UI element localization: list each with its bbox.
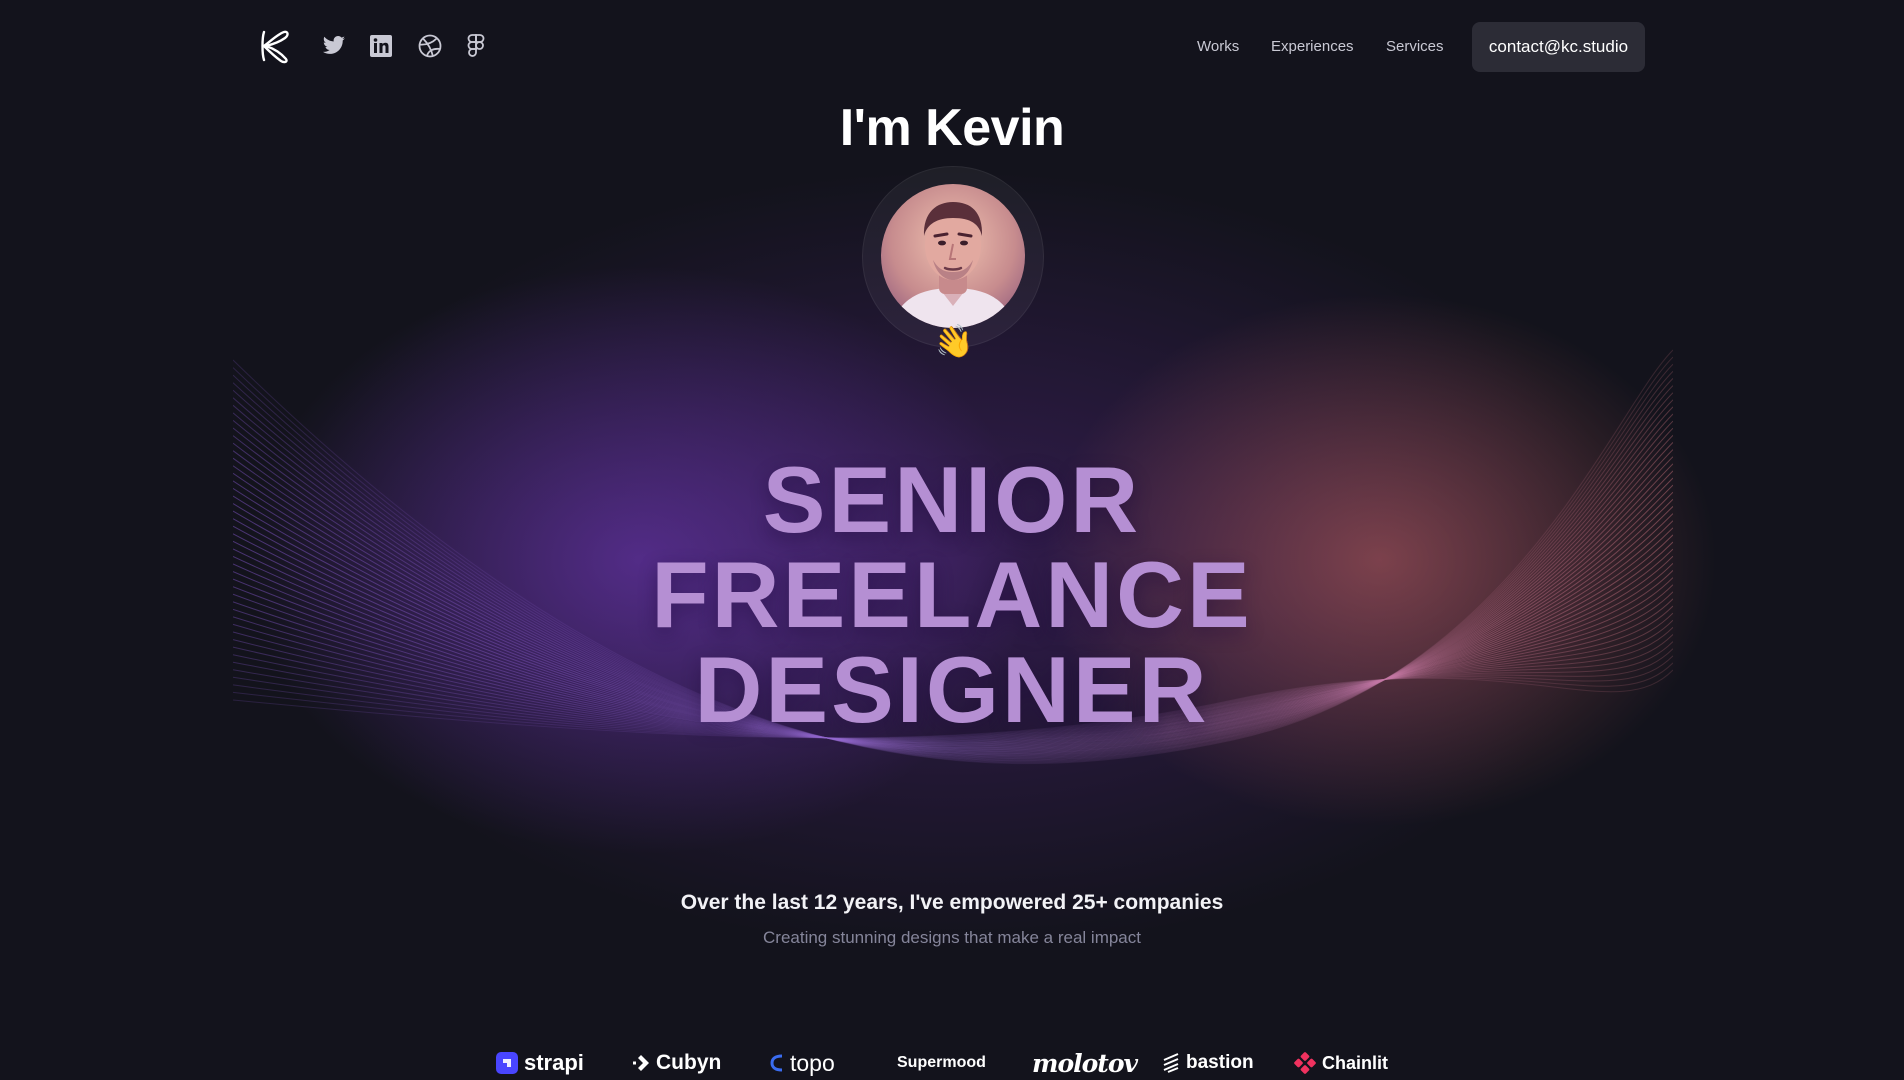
avatar [881,184,1025,328]
client-name: Cubyn [656,1051,722,1074]
linkedin-icon[interactable] [369,34,393,58]
nav-link-experiences[interactable]: Experiences [1271,38,1354,55]
experience-summary: Over the last 12 years, I've empowered 2… [680,891,1224,914]
client-name: bastion [1186,1052,1254,1073]
dribbble-icon[interactable] [418,34,442,58]
headline-line-3: DESIGNER [694,637,1210,742]
nav-link-works[interactable]: Works [1197,38,1239,55]
chainlit-logo-icon [1294,1052,1316,1074]
client-logo-molotov: molotov [1032,1048,1138,1078]
tagline: Creating stunning designs that make a re… [763,928,1141,947]
client-name: Supermood [897,1054,986,1071]
client-logo-topo: topo [770,1048,835,1078]
client-name: Chainlit [1322,1052,1388,1073]
top-navigation: Works Experiences Services contact@kc.st… [0,0,1904,94]
client-logo-bastion: bastion [1162,1048,1254,1078]
strapi-logo-icon [496,1052,518,1074]
greeting-title: I'm Kevin [839,99,1065,157]
client-name: strapi [524,1050,584,1075]
cubyn-logo-icon [632,1054,650,1072]
bastion-logo-icon [1162,1053,1180,1073]
client-logo-chainlit: Chainlit [1294,1048,1388,1078]
client-logo-strapi: strapi [496,1048,584,1078]
contact-email-button[interactable]: contact@kc.studio [1472,22,1645,72]
headline-line-1: SENIOR [762,447,1142,552]
headline-line-2: FREELANCE [651,542,1253,647]
profile-photo [891,202,1015,328]
twitter-icon[interactable] [322,34,346,58]
client-name: topo [790,1049,835,1076]
figma-icon[interactable] [464,34,488,58]
hero-headline: SENIOR FREELANCE DESIGNER [0,452,1904,737]
topo-logo-icon [770,1054,784,1072]
nav-link-services[interactable]: Services [1386,38,1444,55]
k-logo-icon[interactable] [258,28,292,64]
client-name: molotov [1032,1048,1138,1078]
client-logo-cubyn: Cubyn [632,1048,721,1078]
client-logo-supermood: Supermood [897,1048,986,1078]
waving-hand-icon: 👋 [931,320,977,364]
